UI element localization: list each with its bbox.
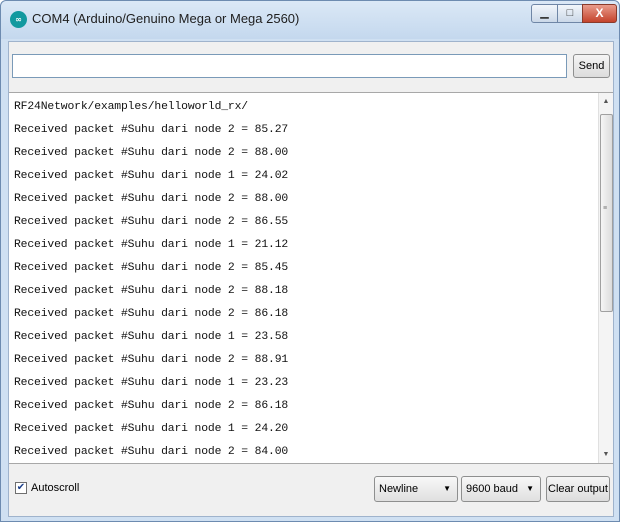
output-line: Received packet #Suhu dari node 2 = 88.0… (14, 147, 289, 159)
grip-icon: ≡ (603, 205, 608, 212)
output-line: Received packet #Suhu dari node 2 = 84.0… (14, 446, 289, 458)
scroll-up-icon[interactable]: ▲ (599, 93, 613, 110)
output-line: Received packet #Suhu dari node 1 = 24.2… (14, 423, 289, 435)
close-button[interactable]: X (582, 4, 617, 23)
scroll-thumb[interactable]: ≡ (600, 114, 613, 312)
serial-output[interactable]: RF24Network/examples/helloworld_rx/Recei… (9, 92, 613, 464)
output-line: Received packet #Suhu dari node 1 = 24.0… (14, 170, 289, 182)
maximize-icon: □ (566, 7, 574, 19)
autoscroll-checkbox[interactable]: ✔ (15, 482, 27, 494)
output-line: Received packet #Suhu dari node 2 = 86.1… (14, 400, 289, 412)
output-line: Received packet #Suhu dari node 2 = 88.1… (14, 285, 289, 297)
output-line: Received packet #Suhu dari node 1 = 23.2… (14, 377, 289, 389)
autoscroll-label: Autoscroll (31, 482, 80, 494)
arduino-logo-icon: ∞ (10, 11, 27, 28)
baud-rate-value: 9600 baud (466, 483, 518, 495)
line-ending-value: Newline (379, 483, 419, 495)
close-icon: X (595, 6, 604, 20)
minimize-icon: ▁ (540, 7, 549, 19)
monitor-body: Send RF24Network/examples/helloworld_rx/… (8, 41, 614, 517)
output-line: Received packet #Suhu dari node 2 = 88.0… (14, 193, 289, 205)
serial-input[interactable] (12, 54, 567, 78)
serial-monitor-window: ∞ COM4 (Arduino/Genuino Mega or Mega 256… (0, 0, 620, 522)
output-line: Received packet #Suhu dari node 1 = 23.5… (14, 331, 289, 343)
send-button[interactable]: Send (573, 54, 610, 78)
line-ending-select[interactable]: Newline ▼ (374, 476, 458, 502)
chevron-down-icon: ▼ (443, 484, 451, 493)
output-line: Received packet #Suhu dari node 2 = 88.9… (14, 354, 289, 366)
baud-rate-select[interactable]: 9600 baud ▼ (461, 476, 541, 502)
clear-output-button[interactable]: Clear output (546, 476, 610, 502)
maximize-button[interactable]: □ (557, 4, 583, 23)
bottom-toolbar: ✔ Autoscroll Newline ▼ 9600 baud ▼ Clear… (9, 464, 613, 516)
window-title: COM4 (Arduino/Genuino Mega or Mega 2560) (32, 11, 300, 26)
output-line: Received packet #Suhu dari node 2 = 86.5… (14, 216, 289, 228)
input-row: Send (9, 42, 613, 92)
output-scrollbar[interactable]: ▲ ≡ ▼ (598, 93, 613, 463)
output-line: Received packet #Suhu dari node 2 = 85.2… (14, 124, 289, 136)
chevron-down-icon: ▼ (526, 484, 534, 493)
output-line: RF24Network/examples/helloworld_rx/ (14, 101, 248, 113)
scroll-down-icon[interactable]: ▼ (599, 446, 613, 463)
output-lines: RF24Network/examples/helloworld_rx/Recei… (14, 96, 599, 463)
minimize-button[interactable]: ▁ (531, 4, 558, 23)
title-bar[interactable]: ∞ COM4 (Arduino/Genuino Mega or Mega 256… (1, 1, 619, 39)
output-line: Received packet #Suhu dari node 2 = 85.4… (14, 262, 289, 274)
output-line: Received packet #Suhu dari node 1 = 21.1… (14, 239, 289, 251)
output-line: Received packet #Suhu dari node 2 = 86.1… (14, 308, 289, 320)
